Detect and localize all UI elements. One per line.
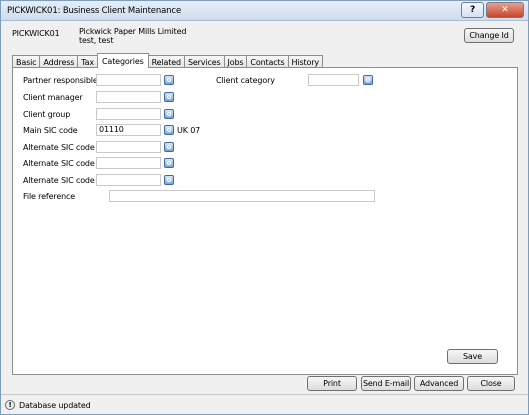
client-manager-label: Client manager: [23, 93, 83, 102]
alternate-sic-1-label: Alternate SIC code: [23, 143, 95, 152]
tab-label: Contacts: [250, 57, 285, 67]
alternate-sic-2-field[interactable]: [96, 157, 161, 169]
lookup-icon: [167, 128, 171, 132]
client-name: Pickwick Paper Mills Limited: [79, 27, 187, 36]
alternate-sic-1-lookup-button[interactable]: [164, 142, 174, 152]
main-sic-field[interactable]: 01110: [96, 124, 161, 136]
lookup-icon: [167, 145, 171, 149]
dialog-content: PICKWICK01 Pickwick Paper Mills Limited …: [1, 21, 528, 394]
main-sic-lookup-button[interactable]: [164, 125, 174, 135]
print-button[interactable]: Print: [307, 376, 357, 391]
window: PICKWICK01: Business Client Maintenance …: [0, 0, 529, 415]
close-button[interactable]: Close: [467, 376, 515, 391]
client-group-field[interactable]: [96, 108, 161, 120]
lookup-icon: [167, 112, 171, 116]
save-button[interactable]: Save: [447, 349, 498, 364]
partner-responsible-lookup-button[interactable]: [164, 75, 174, 85]
client-group-lookup-button[interactable]: [164, 109, 174, 119]
client-group-label: Client group: [23, 110, 71, 119]
alternate-sic-3-field[interactable]: [96, 174, 161, 186]
client-category-lookup-button[interactable]: [363, 75, 373, 85]
main-sic-label: Main SIC code: [23, 126, 78, 135]
tab-label: Services: [187, 57, 221, 67]
change-id-button[interactable]: Change Id: [464, 28, 514, 43]
help-button[interactable]: ?: [461, 2, 484, 18]
partner-responsible-label: Partner responsible: [23, 76, 98, 85]
lookup-icon: [366, 78, 370, 82]
lookup-icon: [167, 95, 171, 99]
tab-bar: Basic Address Tax Categories Related Ser…: [12, 53, 323, 68]
close-window-button[interactable]: ✕: [486, 2, 524, 18]
alternate-sic-3-lookup-button[interactable]: [164, 175, 174, 185]
help-icon: ?: [469, 5, 476, 15]
title-bar: PICKWICK01: Business Client Maintenance …: [1, 1, 528, 21]
info-icon: !: [5, 400, 15, 410]
file-reference-label: File reference: [23, 192, 76, 201]
client-name-block: Pickwick Paper Mills Limited test, test: [79, 27, 187, 45]
tab-label: Categories: [102, 56, 144, 66]
close-icon: ✕: [501, 5, 509, 15]
file-reference-field[interactable]: [109, 190, 375, 202]
categories-panel: Partner responsible Client category Clie…: [12, 67, 518, 375]
alternate-sic-2-lookup-button[interactable]: [164, 158, 174, 168]
client-manager-lookup-button[interactable]: [164, 92, 174, 102]
status-bar: ! Database updated: [1, 394, 528, 414]
tab-categories[interactable]: Categories: [97, 53, 149, 68]
client-category-label: Client category: [216, 76, 275, 85]
status-text: Database updated: [19, 401, 91, 410]
lookup-icon: [167, 178, 171, 182]
tab-label: Tax: [81, 57, 94, 67]
tab-label: History: [291, 57, 320, 67]
tab-label: Basic: [16, 57, 37, 67]
client-subtitle: test, test: [79, 36, 114, 45]
client-category-field[interactable]: [308, 74, 359, 86]
window-title: PICKWICK01: Business Client Maintenance: [7, 6, 182, 16]
lookup-icon: [167, 78, 171, 82]
send-email-button[interactable]: Send E-mail: [361, 376, 411, 391]
client-manager-field[interactable]: [96, 91, 161, 103]
main-sic-suffix: UK 07: [177, 126, 201, 135]
lookup-icon: [167, 161, 171, 165]
tab-label: Jobs: [227, 57, 244, 67]
alternate-sic-1-field[interactable]: [96, 141, 161, 153]
client-id: PICKWICK01: [12, 29, 60, 38]
tab-label: Address: [43, 57, 75, 67]
partner-responsible-field[interactable]: [96, 74, 161, 86]
alternate-sic-2-label: Alternate SIC code: [23, 159, 95, 168]
alternate-sic-3-label: Alternate SIC code: [23, 176, 95, 185]
tab-label: Related: [151, 57, 181, 67]
advanced-button[interactable]: Advanced: [414, 376, 464, 391]
